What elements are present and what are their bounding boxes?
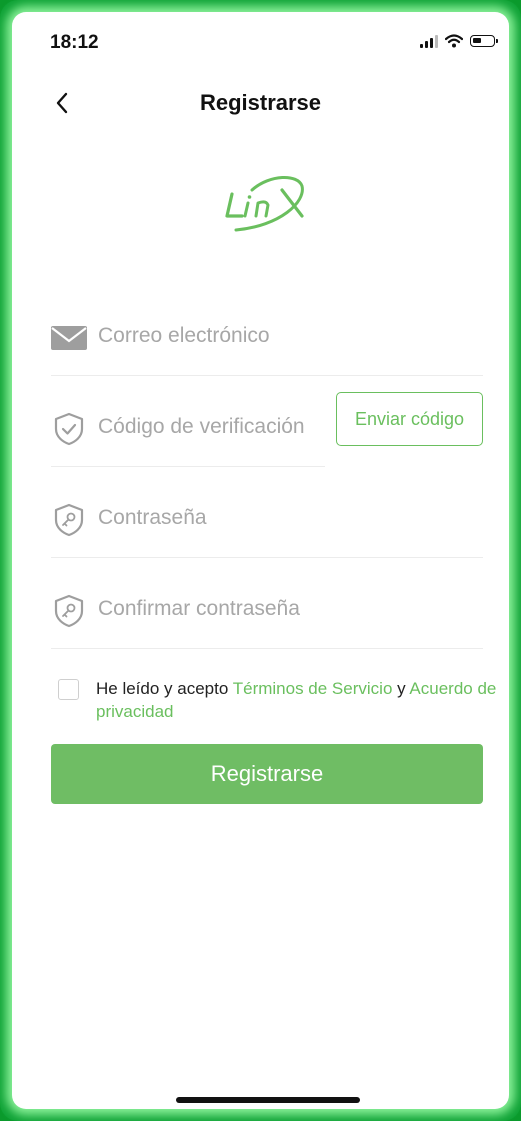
password-field[interactable]: Contraseña [51,466,483,558]
battery-icon [470,35,498,47]
linx-logo [225,175,304,232]
app-screen: 18:12 Registrarse Correo electrónico Cód… [12,12,509,1109]
verification-code-field[interactable]: Código de verificación Enviar código [51,375,483,467]
page-title: Registrarse [199,90,322,115]
shield-key-icon [54,594,84,628]
terms-checkbox[interactable] [58,679,79,700]
send-code-button[interactable]: Enviar código [336,392,483,446]
device-frame: 18:12 Registrarse Correo electrónico Cód… [0,0,521,1121]
status-time: 18:12 [50,32,99,53]
status-bar: 18:12 [12,12,509,62]
terms-prefix: He leído y acepto [96,679,233,698]
register-button[interactable]: Registrarse [51,744,483,804]
terms-of-service-link[interactable]: Términos de Servicio [233,679,393,698]
confirm-password-field[interactable]: Confirmar contraseña [51,557,483,649]
email-field[interactable]: Correo electrónico [51,284,483,376]
terms-conjunction: y [392,679,410,698]
confirm-password-placeholder: Confirmar contraseña [98,597,300,620]
shield-check-icon [54,412,84,446]
divider [51,648,483,649]
cellular-signal-icon [420,34,438,48]
email-placeholder: Correo electrónico [98,324,270,347]
wifi-icon [445,34,463,48]
shield-key-icon [54,503,84,537]
nav-bar: Registrarse [12,80,509,124]
code-placeholder: Código de verificación [98,415,305,438]
mail-icon [51,326,87,350]
status-icons [420,34,498,48]
home-indicator[interactable] [176,1097,360,1103]
password-placeholder: Contraseña [98,506,207,529]
terms-text: He leído y acepto Términos de Servicio y… [96,677,498,723]
